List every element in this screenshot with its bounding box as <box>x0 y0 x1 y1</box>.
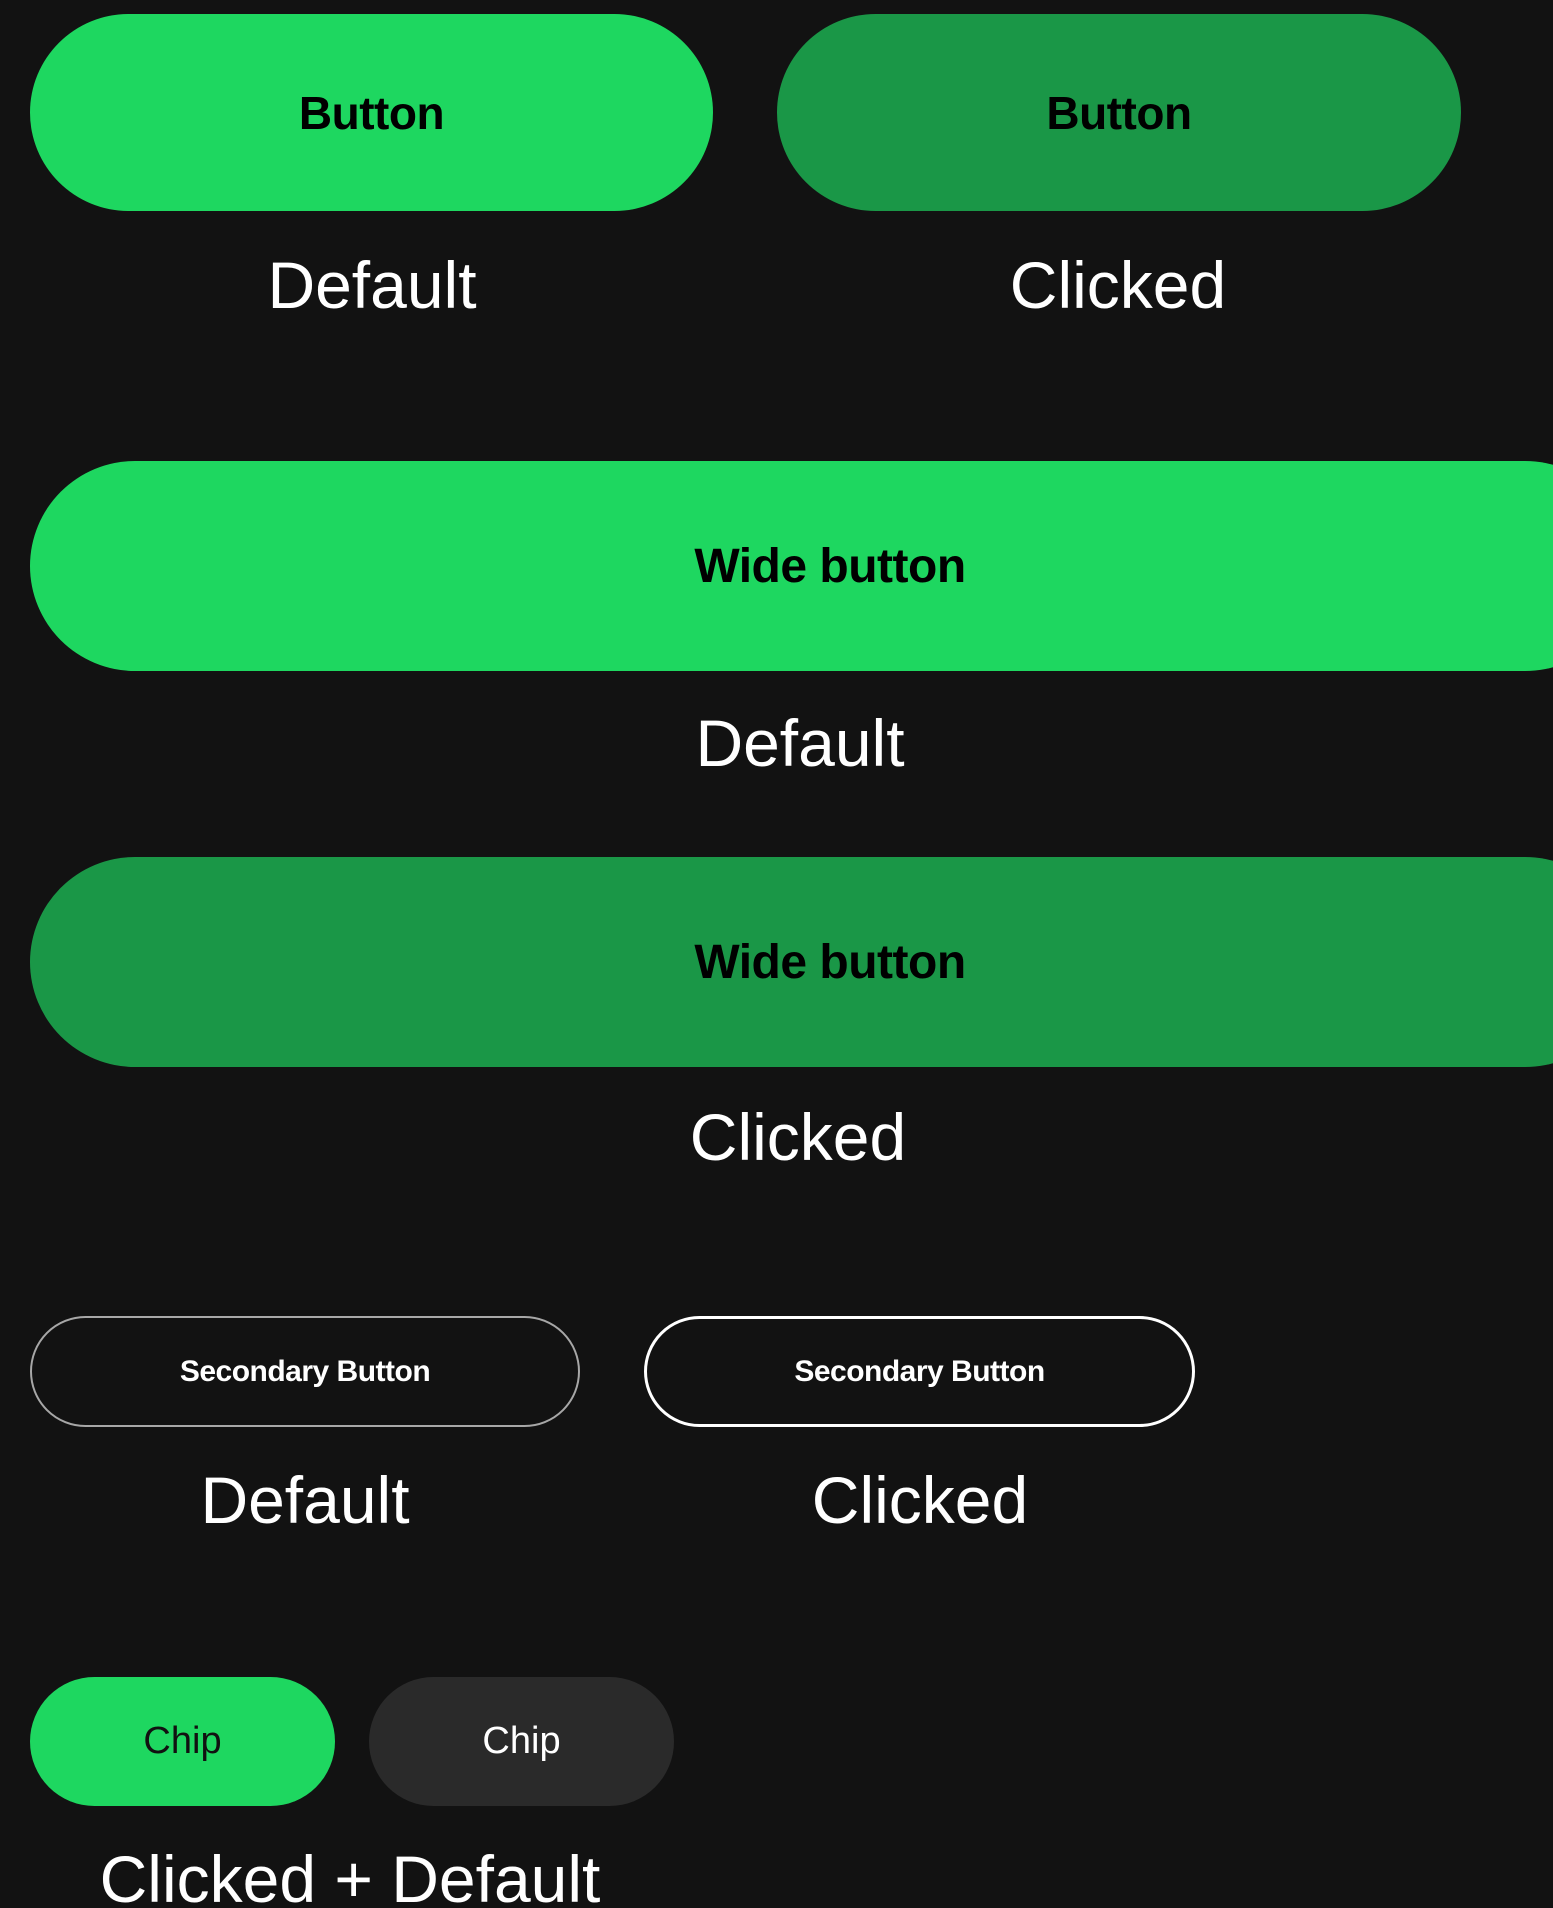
wide-clicked-caption: Clicked <box>689 1100 907 1174</box>
button-states-sheet: Button Button Default Clicked Wide butto… <box>0 0 1553 1908</box>
chips-caption: Clicked + Default <box>99 1842 601 1908</box>
secondary-button-clicked[interactable]: Secondary Button <box>644 1316 1195 1427</box>
primary-clicked-caption: Clicked <box>1009 248 1227 322</box>
chip-clicked[interactable]: Chip <box>30 1677 335 1806</box>
secondary-clicked-caption: Clicked <box>811 1463 1029 1537</box>
secondary-button-default[interactable]: Secondary Button <box>30 1316 580 1427</box>
primary-button-clicked[interactable]: Button <box>777 14 1461 211</box>
wide-button-default[interactable]: Wide button <box>30 461 1553 671</box>
secondary-default-caption: Default <box>200 1463 410 1537</box>
primary-button-default[interactable]: Button <box>30 14 713 211</box>
wide-default-caption: Default <box>695 706 905 780</box>
wide-button-clicked[interactable]: Wide button <box>30 857 1553 1067</box>
chip-default[interactable]: Chip <box>369 1677 674 1806</box>
primary-default-caption: Default <box>267 248 477 322</box>
